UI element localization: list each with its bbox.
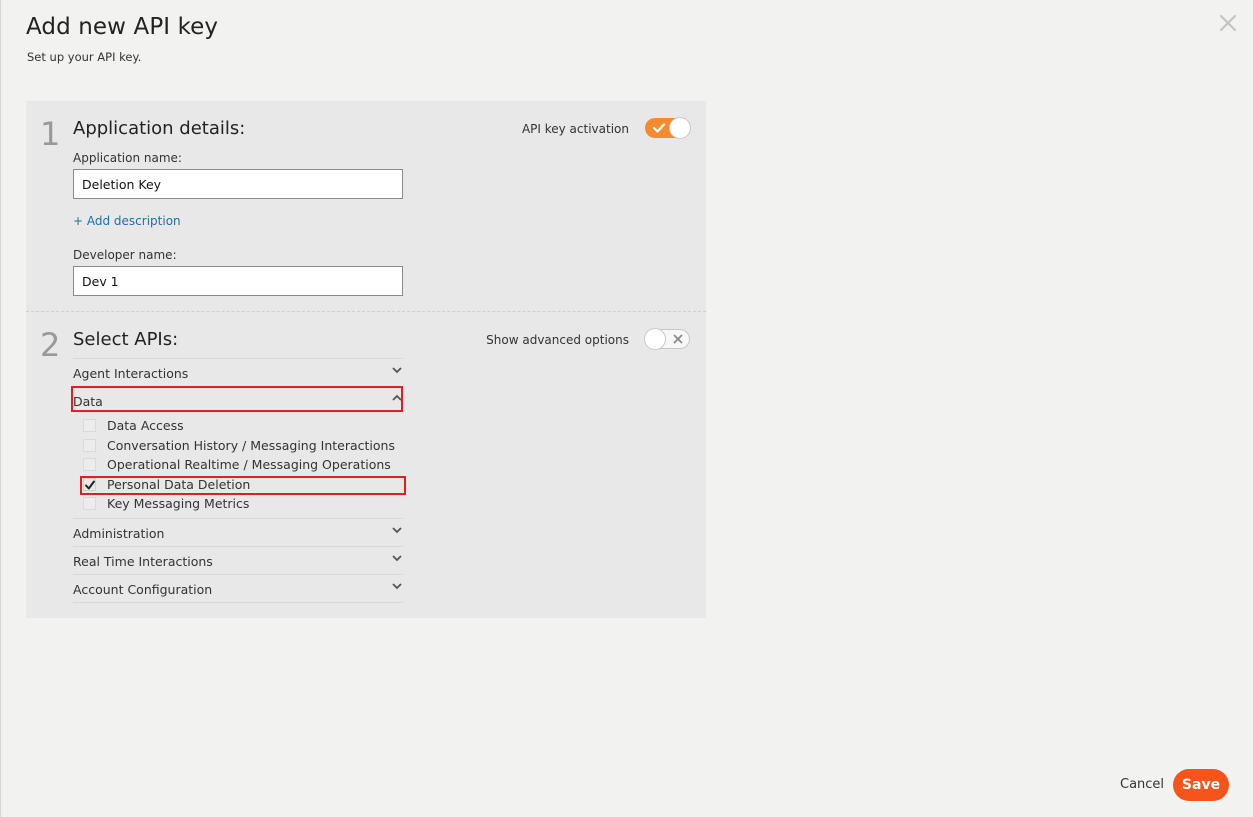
api-group-data[interactable]: Data [73,387,403,415]
api-checkbox-personal-data-deletion[interactable]: Personal Data Deletion [83,476,383,495]
section-divider [26,311,706,312]
api-group-label: Real Time Interactions [73,554,213,569]
api-checkbox-operational-realtime[interactable]: Operational Realtime / Messaging Operati… [83,456,391,475]
api-group-real-time-interactions[interactable]: Real Time Interactions [73,547,403,575]
checkbox-label: Operational Realtime / Messaging Operati… [107,457,391,472]
checkbox[interactable] [83,419,96,432]
application-details-title: Application details: [73,118,246,139]
select-apis-title: Select APIs: [73,329,179,350]
dialog-title: Add new API key [26,14,219,40]
checkbox-label: Conversation History / Messaging Interac… [107,438,395,453]
chevron-down-icon [392,555,402,562]
chevron-down-icon [392,583,402,590]
checkbox[interactable] [83,439,96,452]
add-description-link[interactable]: + Add description [73,214,181,228]
api-group-label: Agent Interactions [73,366,189,381]
dialog-subtitle: Set up your API key. [27,50,142,64]
toggle-knob [670,118,690,138]
x-icon [673,334,683,344]
add-api-key-dialog: Add new API key Set up your API key. 1 A… [0,0,1253,817]
api-checkbox-key-messaging-metrics[interactable]: Key Messaging Metrics [83,495,383,514]
api-group-agent-interactions[interactable]: Agent Interactions [73,359,403,387]
save-button[interactable]: Save [1173,769,1229,801]
checkbox-label: Personal Data Deletion [107,477,251,492]
show-advanced-options-label: Show advanced options [486,333,629,347]
api-group-administration[interactable]: Administration [73,519,403,547]
api-group-label: Administration [73,526,165,541]
chevron-down-icon [392,527,402,534]
checkbox-checked[interactable] [83,478,96,491]
api-group-label: Data [73,394,103,409]
application-name-input[interactable] [73,169,403,199]
api-key-form-panel: 1 Application details: API key activatio… [26,101,706,618]
cancel-button[interactable]: Cancel [1120,777,1164,792]
check-icon [652,123,666,133]
checkmark-icon [85,480,95,490]
checkbox[interactable] [83,458,96,471]
chevron-down-icon [392,367,402,374]
chevron-up-icon [392,394,402,401]
checkbox[interactable] [83,497,96,510]
api-key-activation-label: API key activation [521,122,629,136]
developer-name-label: Developer name: [73,248,177,262]
close-icon[interactable] [1217,12,1239,34]
api-checkbox-data-access[interactable]: Data Access [83,417,383,436]
application-name-label: Application name: [73,151,182,165]
step-number-1: 1 [40,115,61,153]
api-key-activation-toggle[interactable] [645,118,690,138]
show-advanced-options-toggle[interactable] [645,329,690,349]
api-group-label: Account Configuration [73,582,213,597]
checkbox-label: Data Access [107,418,184,433]
api-group-account-configuration[interactable]: Account Configuration [73,575,403,603]
toggle-knob [645,329,665,349]
api-checkbox-conversation-history[interactable]: Conversation History / Messaging Interac… [83,437,395,456]
developer-name-input[interactable] [73,266,403,296]
step-number-2: 2 [40,326,61,364]
checkbox-label: Key Messaging Metrics [107,496,250,511]
